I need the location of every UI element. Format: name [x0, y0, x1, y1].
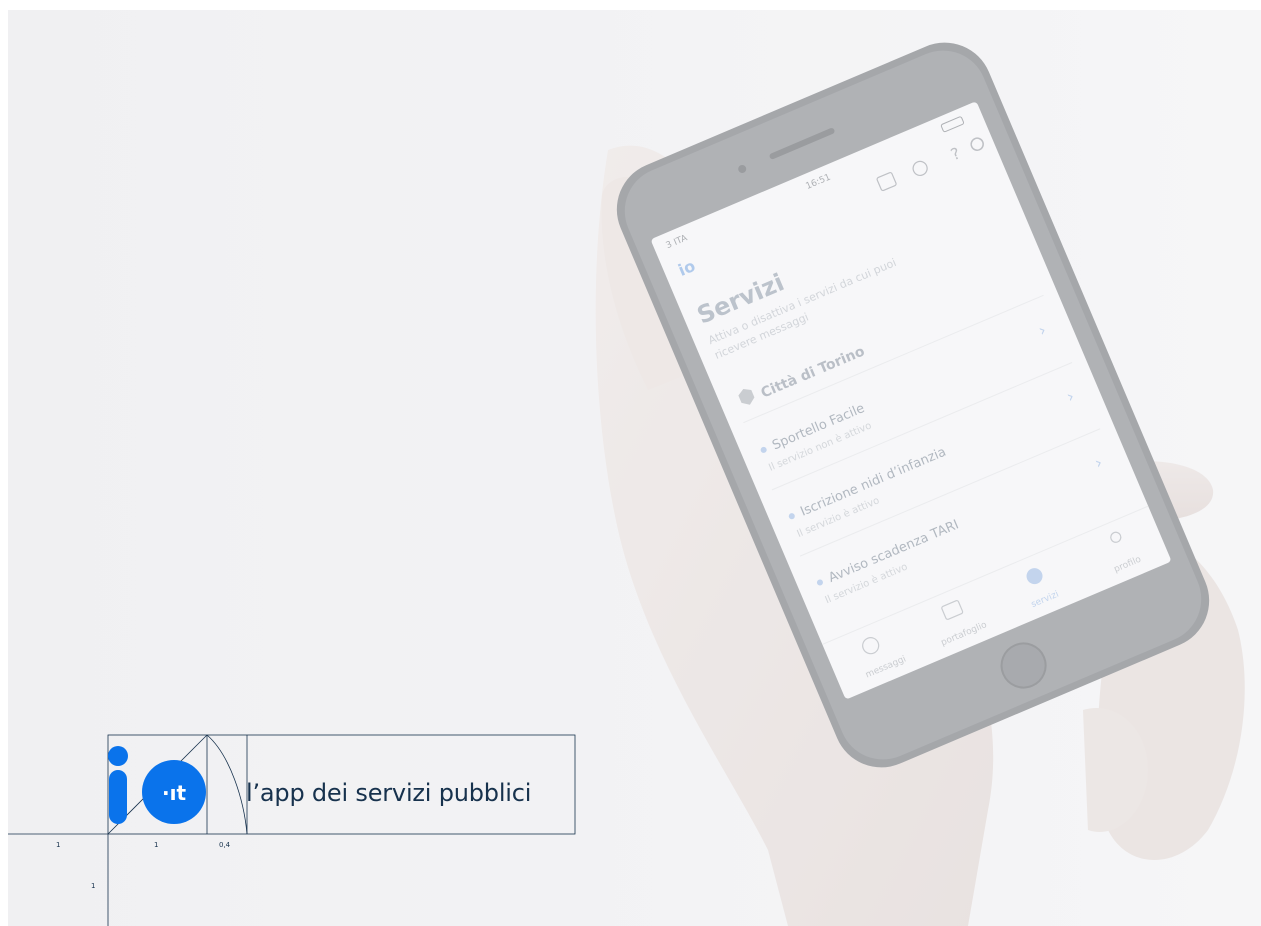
dimension-label-unit: 1 — [56, 841, 61, 849]
logo-construction: ·ıt — [8, 734, 576, 926]
dimension-label-ratio: 0,4 — [219, 841, 231, 849]
construction-grid — [8, 734, 576, 926]
io-logo-mark: ·ıt — [108, 746, 206, 824]
brand-tagline: l’app dei servizi pubblici — [246, 779, 532, 807]
dimension-label-unit: 1 — [154, 841, 159, 849]
svg-text:·ıt: ·ıt — [162, 781, 186, 805]
dimension-label-vertical: 1 — [91, 882, 96, 890]
hero-canvas: 3 ITA 16:51 io ? Servizi Attiva o disatt… — [8, 10, 1261, 926]
